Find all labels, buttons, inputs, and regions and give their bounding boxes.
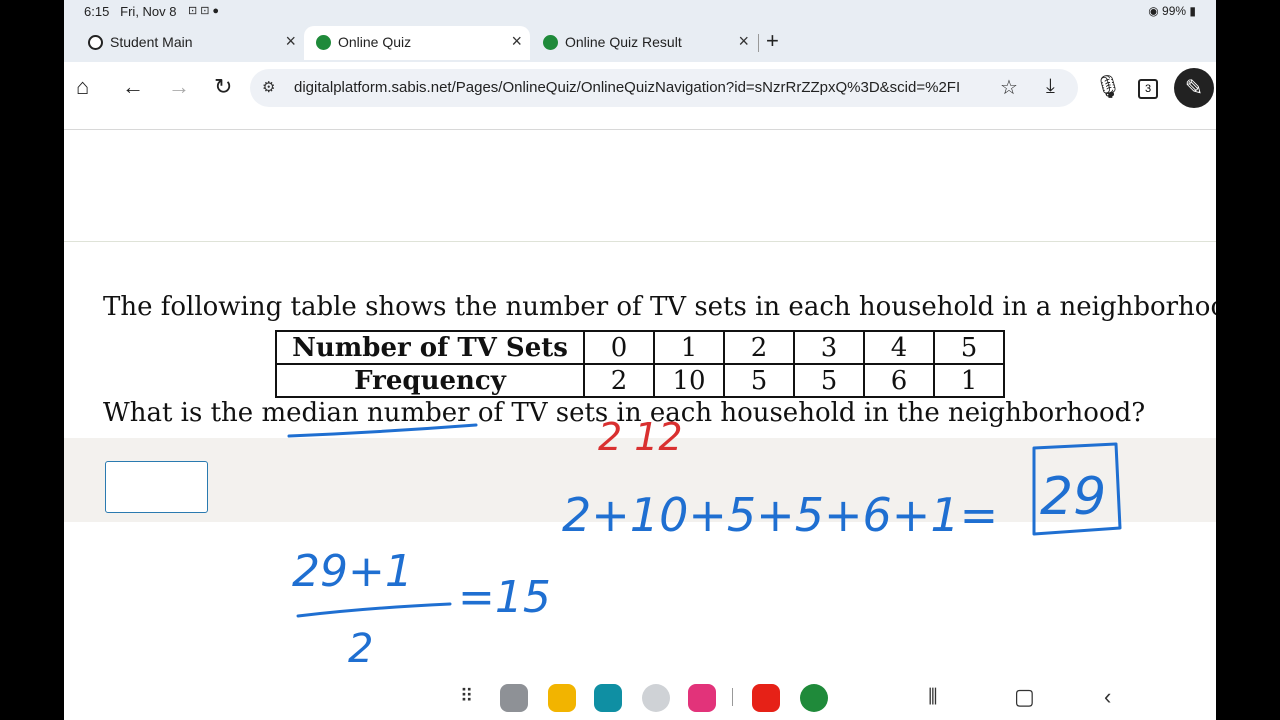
bookmark-star-icon[interactable]: ☆ [1000, 75, 1018, 100]
youtube-app-icon[interactable] [752, 684, 780, 712]
battery-level: 99% [1162, 4, 1187, 18]
handwritten-numerator: 29+1 [292, 546, 413, 597]
status-time: 6:15 Fri, Nov 8 [84, 4, 177, 19]
files-app-icon[interactable] [548, 684, 576, 712]
globe-icon [88, 35, 103, 50]
apps-grid-icon[interactable]: ⠿ [460, 686, 473, 707]
notification-icons: ⊡⊡● [188, 5, 223, 17]
handwritten-denominator: 2 [348, 626, 373, 672]
url-text[interactable]: digitalplatform.sabis.net/Pages/OnlineQu… [294, 79, 982, 96]
notes-app-icon[interactable] [500, 684, 528, 712]
home-icon[interactable]: ⌂ [76, 74, 89, 100]
back-nav-icon[interactable]: ‹ [1104, 684, 1111, 710]
system-nav-bar: ⠿ ⦀ ▢ ‹ [64, 674, 1216, 720]
palm-tree-icon [543, 35, 558, 50]
site-settings-icon[interactable]: ⚙ [262, 78, 275, 96]
tab-online-quiz[interactable]: Online Quiz × [304, 26, 530, 60]
palm-tree-icon [316, 35, 331, 50]
recent-apps-icon[interactable]: ⦀ [928, 684, 938, 710]
forward-icon[interactable]: → [168, 74, 190, 100]
close-icon[interactable]: × [738, 31, 749, 52]
status-bar: 6:15 Fri, Nov 8 ⊡⊡● ◉ 99% ▮ [64, 0, 1216, 24]
tab-label: Online Quiz Result [565, 34, 682, 50]
handwriting-overlay: 2+10+5+5+6+1= 29 29+1 2 =15 2 12 [287, 415, 1122, 672]
handwritten-sum: 2+10+5+5+6+1= [562, 488, 998, 542]
close-icon[interactable]: × [511, 31, 522, 52]
browser-toolbar: ⌂ ← → ↻ ⚙ digitalplatform.sabis.net/Page… [64, 62, 1216, 114]
browser-app-icon[interactable] [642, 684, 670, 712]
address-bar[interactable]: ⚙ digitalplatform.sabis.net/Pages/Online… [250, 69, 1078, 107]
tab-student-main[interactable]: Student Main × [76, 26, 304, 60]
wifi-icon: ◉ [1148, 4, 1159, 18]
camera-app-icon[interactable] [688, 684, 716, 712]
tab-online-quiz-result[interactable]: Online Quiz Result × [531, 26, 757, 60]
back-icon[interactable]: ← [122, 74, 144, 100]
new-tab-button[interactable]: + [766, 28, 779, 54]
pen-icon[interactable]: ✎ [1174, 68, 1214, 108]
tab-label: Online Quiz [338, 34, 412, 50]
status-right: ◉ 99% ▮ [1148, 4, 1196, 18]
palm-tree-icon[interactable] [800, 684, 828, 712]
underline-stroke [287, 423, 478, 438]
tablet-screen: 6:15 Fri, Nov 8 ⊡⊡● ◉ 99% ▮ Student Main… [64, 0, 1216, 720]
page-content: The following table shows the number of … [64, 114, 1216, 720]
microphone-icon[interactable]: 🎙 [1094, 74, 1122, 100]
handwritten-total: 29 [1040, 467, 1106, 527]
battery-icon: ▮ [1189, 4, 1196, 18]
handwritten-red-marks: 2 12 [598, 415, 683, 459]
reload-icon[interactable]: ↻ [214, 74, 232, 100]
tab-divider [758, 34, 759, 52]
home-nav-icon[interactable]: ▢ [1014, 684, 1035, 710]
tab-label: Student Main [110, 34, 193, 50]
close-icon[interactable]: × [285, 31, 296, 52]
tab-bar: Student Main × Online Quiz × Online Quiz… [64, 24, 1216, 62]
dock-divider [732, 688, 733, 706]
fraction-bar-stroke [296, 602, 452, 618]
tab-switcher-button[interactable]: 3 [1138, 79, 1158, 99]
handwritten-result: =15 [458, 572, 551, 623]
calendar-app-icon[interactable] [594, 684, 622, 712]
download-icon[interactable]: ⤓ [1046, 75, 1055, 98]
